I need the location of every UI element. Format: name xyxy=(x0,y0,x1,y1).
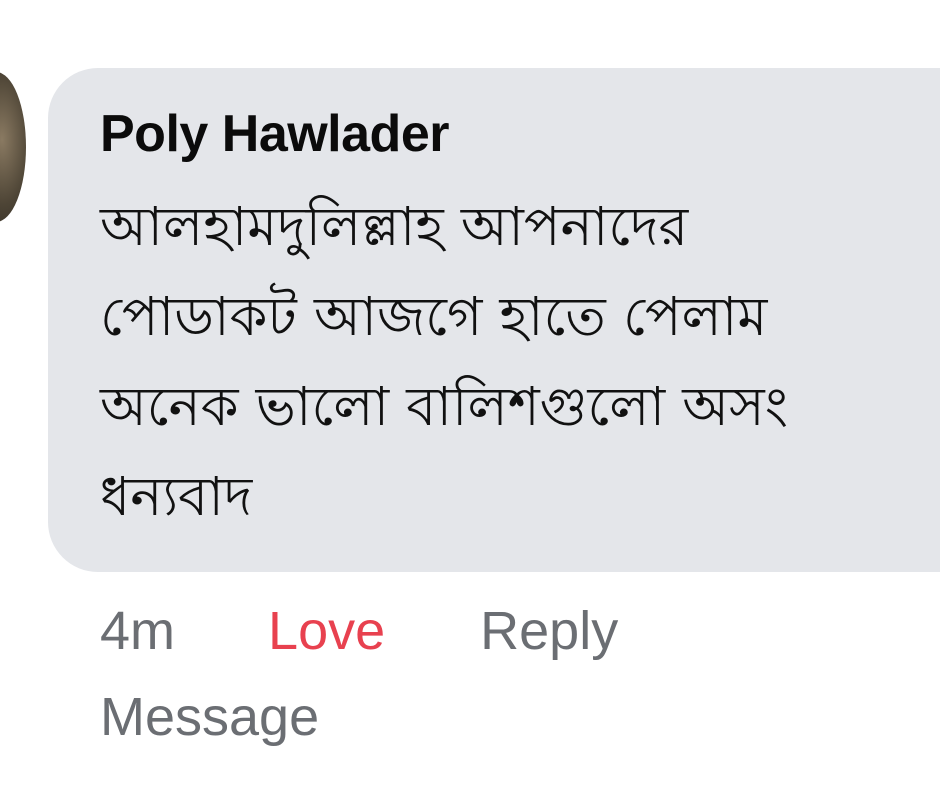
avatar[interactable] xyxy=(0,72,26,222)
message-button[interactable]: Message xyxy=(100,686,319,748)
love-reaction-button[interactable]: Love xyxy=(268,600,385,662)
comment-actions: 4m Love Reply xyxy=(100,600,618,662)
comment-line-4: ধন্যবাদ xyxy=(100,465,253,528)
comment-line-2: পোডাকট আজগে হাতে পেলাম xyxy=(100,285,768,348)
comment-line-3: অনেক ভালো বালিশগুলো অসং xyxy=(100,375,788,438)
comment-author[interactable]: Poly Hawlader xyxy=(100,104,449,164)
comment-thread: Poly Hawlader আলহামদুলিল্লাহ আপনাদের পোড… xyxy=(0,0,940,788)
comment-timestamp[interactable]: 4m xyxy=(100,600,175,662)
reply-button[interactable]: Reply xyxy=(480,600,618,662)
comment-line-1: আলহামদুলিল্লাহ আপনাদের xyxy=(100,195,689,258)
comment-text: আলহামদুলিল্লাহ আপনাদের পোডাকট আজগে হাতে … xyxy=(100,182,940,542)
